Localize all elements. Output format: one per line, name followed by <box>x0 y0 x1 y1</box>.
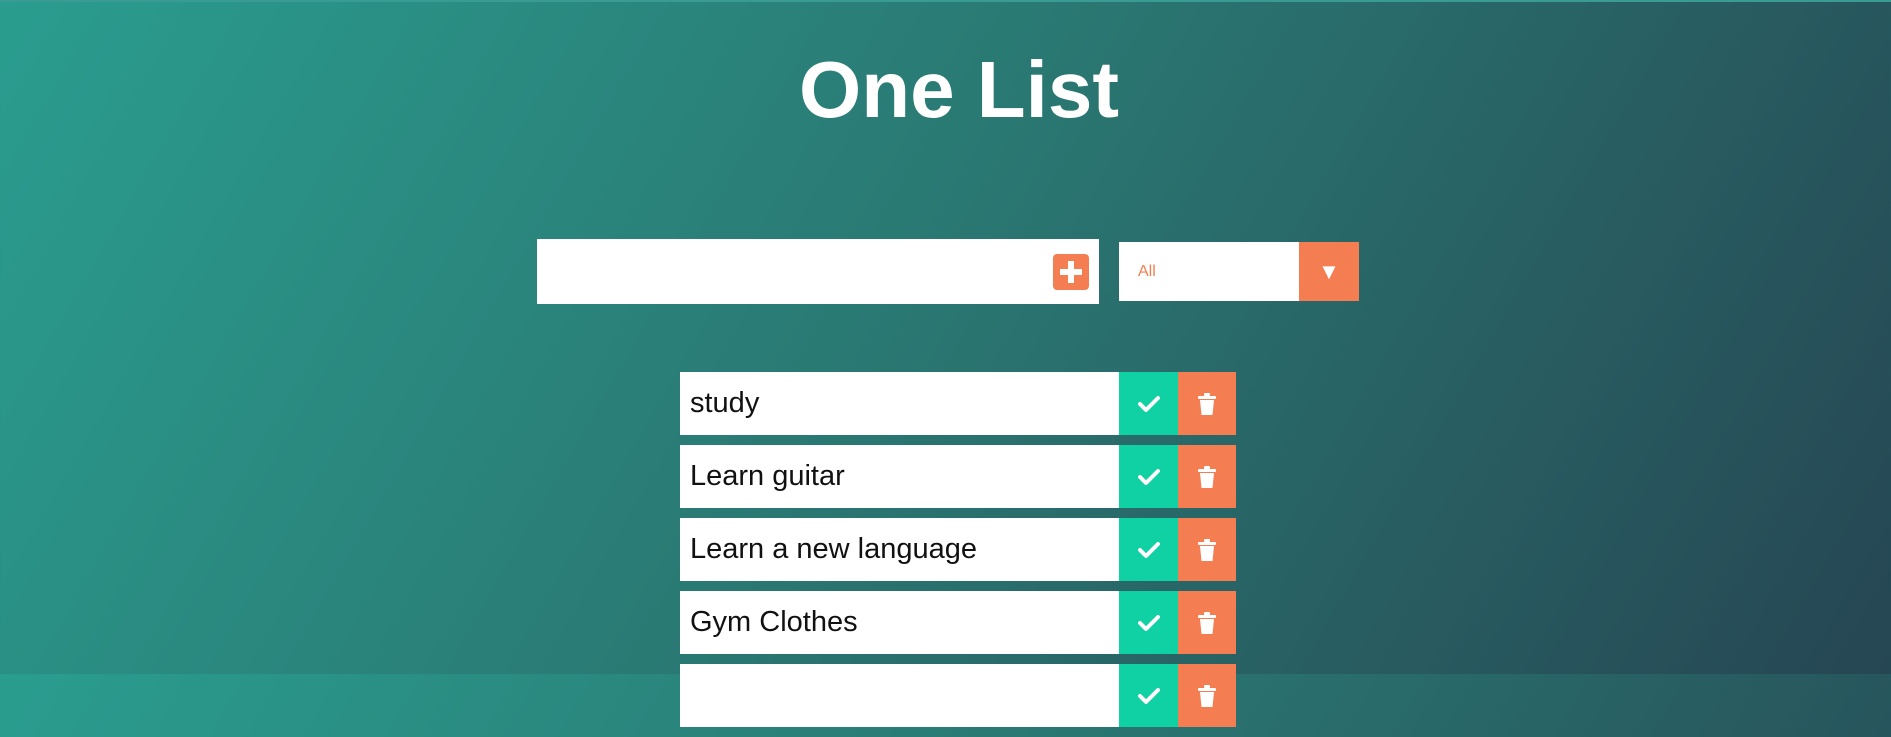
plus-square-icon <box>1060 261 1082 283</box>
trash-icon <box>1198 684 1216 707</box>
page-title: One List <box>798 45 1120 134</box>
delete-button[interactable] <box>1178 518 1236 581</box>
complete-button[interactable] <box>1119 445 1178 508</box>
todo-text[interactable]: Gym Clothes <box>690 591 1110 654</box>
delete-button[interactable] <box>1178 445 1236 508</box>
filter-arrow-button[interactable]: ▼ <box>1299 242 1359 301</box>
todo-text[interactable]: Learn a new language <box>690 518 1110 581</box>
todo-item: Learn guitar <box>680 445 1236 508</box>
add-todo-form <box>537 239 1099 304</box>
filter-dropdown[interactable]: All ▼ <box>1119 242 1359 301</box>
complete-button[interactable] <box>1119 664 1178 727</box>
complete-button[interactable] <box>1119 372 1178 435</box>
new-todo-input[interactable] <box>537 239 1037 304</box>
todo-item: study <box>680 372 1236 435</box>
check-icon <box>1137 687 1160 704</box>
caret-down-icon: ▼ <box>1318 259 1340 284</box>
delete-button[interactable] <box>1178 591 1236 654</box>
todo-item: Gym Clothes <box>680 591 1236 654</box>
check-icon <box>1137 541 1160 558</box>
check-icon <box>1137 468 1160 485</box>
add-todo-button[interactable] <box>1053 254 1089 290</box>
delete-button[interactable] <box>1178 372 1236 435</box>
complete-button[interactable] <box>1119 518 1178 581</box>
delete-button[interactable] <box>1178 664 1236 727</box>
check-icon <box>1137 614 1160 631</box>
todo-text[interactable]: Learn guitar <box>690 445 1110 508</box>
top-border <box>0 0 1891 2</box>
trash-icon <box>1198 392 1216 415</box>
check-icon <box>1137 395 1160 412</box>
todo-item <box>680 664 1236 727</box>
trash-icon <box>1198 611 1216 634</box>
filter-selected-value: All <box>1138 263 1156 280</box>
todo-list: study Learn guitar Learn a new language … <box>680 372 1236 737</box>
todo-text[interactable]: study <box>690 372 1110 435</box>
todo-item: Learn a new language <box>680 518 1236 581</box>
complete-button[interactable] <box>1119 591 1178 654</box>
trash-icon <box>1198 465 1216 488</box>
trash-icon <box>1198 538 1216 561</box>
